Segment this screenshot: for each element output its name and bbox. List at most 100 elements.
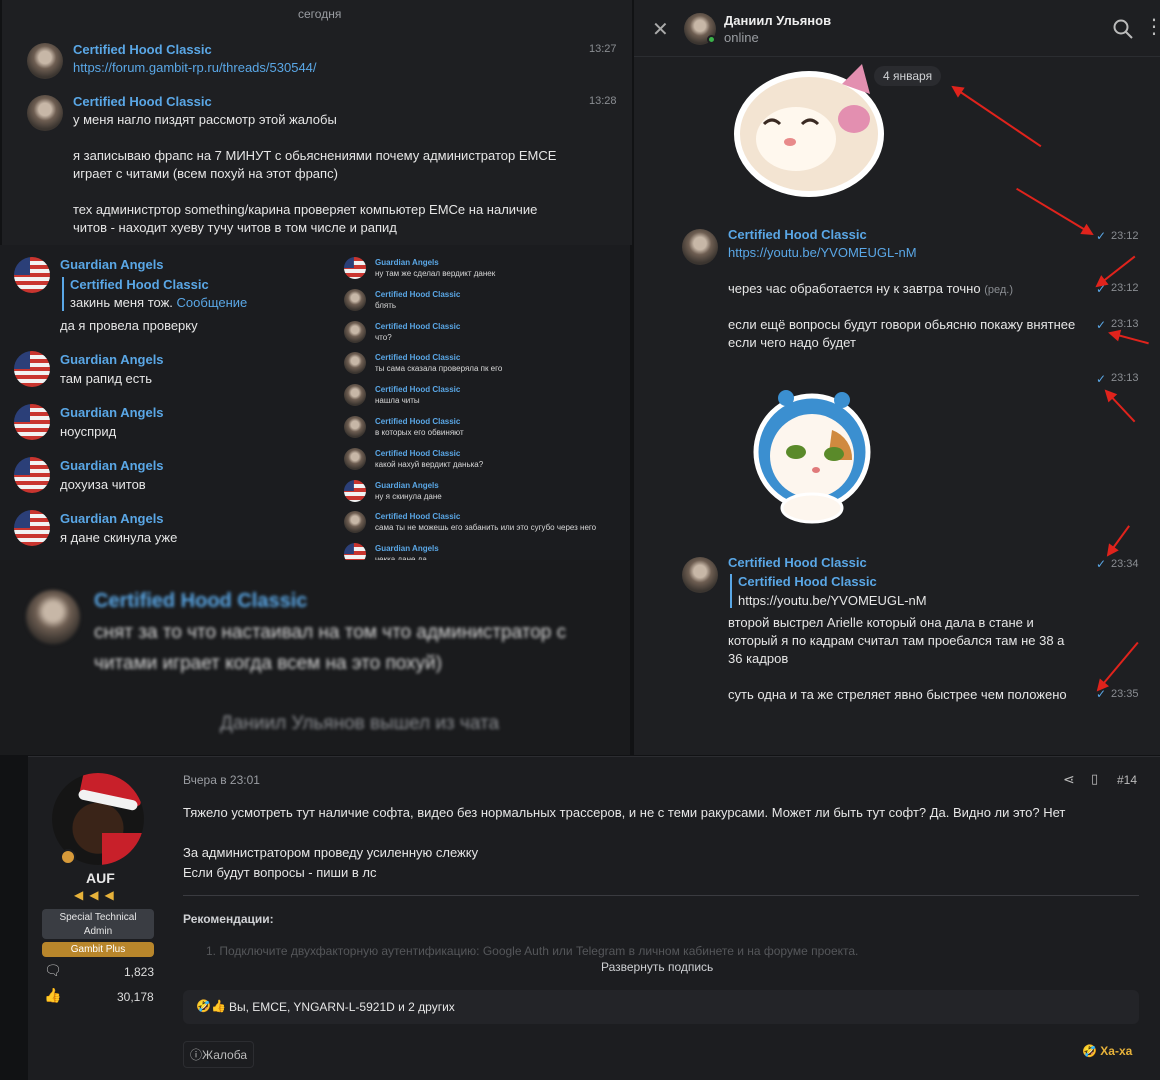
sender-name[interactable]: Certified Hood Classic (375, 353, 460, 362)
avatar[interactable] (14, 457, 50, 493)
message-text: там рапид есть (60, 371, 153, 386)
avatar[interactable] (682, 229, 718, 265)
post-date[interactable]: Вчера в 23:01 (183, 773, 260, 787)
role-line-2: Admin (83, 926, 113, 937)
sender-name[interactable]: Certified Hood Classic (728, 227, 867, 242)
message-text: что? (375, 332, 392, 342)
post-number[interactable]: #14 (1117, 773, 1137, 787)
telegram-chat-right: ✕ Даниил Ульянов online ⋮ 4 января Certi… (634, 0, 1160, 755)
avatar[interactable] (14, 351, 50, 387)
message-time: 23:12 (1111, 282, 1139, 294)
expand-signature-button[interactable]: Развернуть подпись (601, 960, 713, 974)
sticker-cat-1[interactable] (724, 54, 894, 199)
avatar[interactable] (344, 479, 366, 502)
small-chat-message: Certified Hood Classic ты сама сказала пр… (344, 352, 624, 380)
avatar[interactable] (344, 384, 366, 407)
sender-name[interactable]: Certified Hood Classic (375, 417, 460, 426)
message-link[interactable]: https://forum.gambit-rp.ru/threads/53054… (73, 60, 317, 75)
report-button[interactable]: ⓘЖалоба (183, 1041, 254, 1068)
contact-status: online (724, 30, 759, 45)
sender-name[interactable]: Certified Hood Classic (375, 322, 460, 331)
avatar[interactable] (14, 257, 50, 293)
message-text: если чего надо будет (728, 335, 856, 350)
haha-button[interactable]: 🤣 Ха-ха (1082, 1044, 1132, 1058)
discord-chat: Guardian Angels Certified Hood Classic з… (0, 245, 340, 560)
avatar[interactable] (344, 320, 366, 343)
sender-name[interactable]: Guardian Angels (375, 481, 439, 490)
avatar[interactable] (14, 510, 50, 546)
avatar[interactable] (344, 352, 366, 375)
message-text: тех администртор something/карина провер… (73, 202, 538, 217)
sender-name[interactable]: Guardian Angels (375, 258, 439, 267)
sender-name[interactable]: Certified Hood Classic (73, 94, 212, 109)
avatar[interactable] (344, 511, 366, 534)
avatar[interactable] (344, 288, 366, 311)
avatar[interactable] (344, 257, 366, 279)
sender-name[interactable]: Guardian Angels (60, 458, 164, 473)
more-icon[interactable]: ⋮ (1144, 14, 1160, 39)
avatar[interactable] (14, 404, 50, 440)
message-text: играет с читами (всем похуй на этот фрап… (73, 166, 338, 181)
small-chat-column: Guardian Angels ну там же сделал вердикт … (340, 245, 630, 560)
sender-name[interactable]: Certified Hood Classic (73, 42, 212, 57)
message-time: 23:35 (1111, 688, 1139, 700)
sender-name[interactable]: Guardian Angels (60, 352, 164, 367)
message-link[interactable]: https://youtu.be/YVOMEUGL-nM (728, 245, 917, 260)
avatar[interactable] (344, 447, 366, 470)
sender-name[interactable]: Guardian Angels (375, 544, 439, 553)
sticker-cat-2[interactable] (746, 390, 886, 530)
message-time: 23:34 (1111, 558, 1139, 570)
avatar[interactable] (344, 416, 366, 438)
sender-name[interactable]: Certified Hood Classic (375, 290, 460, 299)
likes-count: 30,178 (117, 990, 154, 1004)
small-chat-message: Certified Hood Classic в которых его обви… (344, 416, 624, 444)
reply-link[interactable]: Сообщение (177, 295, 248, 310)
small-chat-message: Certified Hood Classic блять (344, 288, 624, 317)
avatar[interactable] (27, 95, 63, 131)
search-icon[interactable] (1112, 18, 1134, 40)
rank-icons: ◀◀◀ (74, 888, 120, 902)
reply-text-line: закинь меня тож. Сообщение (70, 295, 247, 310)
avatar[interactable] (682, 557, 718, 593)
share-icon[interactable]: ⋖ (1063, 771, 1075, 788)
small-chat-message: Certified Hood Classic нашла читы (344, 384, 624, 412)
haha-icon: 🤣 (1082, 1044, 1101, 1058)
reply-quote[interactable]: Certified Hood Classic https://youtu.be/… (730, 574, 927, 608)
sender-name[interactable]: Guardian Angels (60, 405, 164, 420)
likes-icon: 👍 (44, 987, 62, 1003)
read-check-icon: ✓ (1096, 557, 1107, 571)
sender-name[interactable]: Certified Hood Classic (375, 512, 460, 521)
reactions-list[interactable]: Вы, EMCE, YNGARN-L-5921D и 2 других (229, 1000, 455, 1014)
role-badge: Special Technical Admin (42, 909, 154, 939)
blurred-screenshot: Certified Hood Classic снят за то что на… (0, 560, 630, 755)
sender-name[interactable]: Certified Hood Classic (728, 555, 867, 570)
sender-name: Certified Hood Classic (94, 590, 308, 612)
sender-name[interactable]: Certified Hood Classic (375, 385, 460, 394)
sender-name[interactable]: Guardian Angels (60, 257, 164, 272)
reply-quote[interactable]: Certified Hood Classic закинь меня тож. … (62, 277, 247, 311)
edited-label: (ред.) (984, 284, 1013, 296)
message-text: дохуиза читов (60, 477, 146, 492)
contact-name[interactable]: Даниил Ульянов (724, 13, 831, 28)
username[interactable]: AUF (86, 870, 115, 886)
gambit-plus-badge: Gambit Plus (42, 942, 154, 957)
avatar (26, 590, 80, 644)
online-dot (707, 35, 716, 44)
small-chat-message: Certified Hood Classic что? (344, 320, 624, 349)
sender-name[interactable]: Certified Hood Classic (375, 449, 460, 458)
telegram-chat-top: сегодня Certified Hood Classic 13:27 htt… (2, 0, 632, 245)
avatar[interactable] (344, 543, 366, 560)
message-body: через час обработается ну к завтра точно (728, 281, 981, 296)
small-chat-message: Certified Hood Classic сама ты не можешь … (344, 511, 624, 539)
read-check-icon: ✓ (1096, 318, 1107, 332)
message-text: я записываю фрапс на 7 МИНУТ с обьяснени… (73, 148, 557, 163)
close-icon[interactable]: ✕ (652, 17, 669, 42)
message-text: через час обработается ну к завтра точно… (728, 281, 1013, 296)
bookmark-icon[interactable]: ▯ (1091, 771, 1098, 787)
small-chat-message: Certified Hood Classic какой нахуй вердик… (344, 447, 624, 476)
message-text: ноусприд (60, 424, 117, 439)
avatar[interactable] (27, 43, 63, 79)
messages-icon: 🗨 (44, 962, 62, 978)
message-text: какой нахуй вердикт данька? (375, 459, 484, 469)
sender-name[interactable]: Guardian Angels (60, 511, 164, 526)
